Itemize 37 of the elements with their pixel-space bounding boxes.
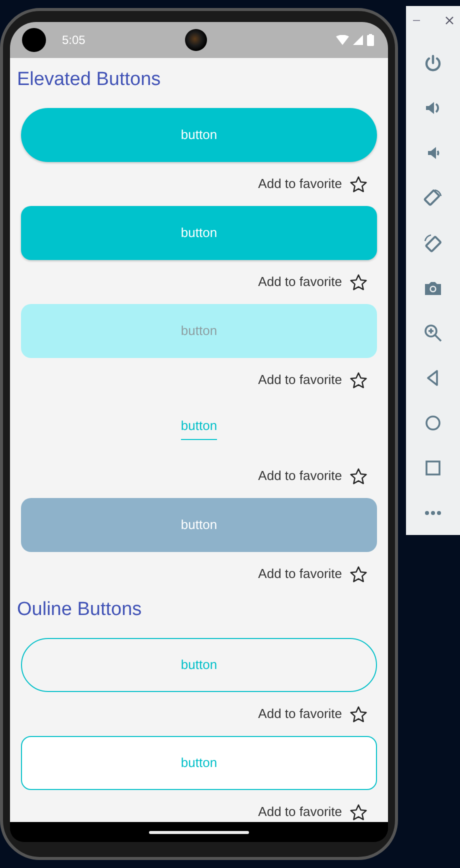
text-button[interactable]: button (180, 416, 218, 440)
wifi-icon (336, 35, 349, 45)
star-icon[interactable] (349, 370, 368, 390)
favorite-label: Add to favorite (258, 273, 342, 292)
star-icon[interactable] (349, 704, 368, 724)
close-icon[interactable] (445, 16, 454, 25)
button[interactable]: button (21, 736, 377, 790)
camera-hole (22, 28, 46, 52)
button[interactable]: button (21, 498, 377, 552)
home-indicator[interactable] (149, 830, 249, 834)
power-icon[interactable] (423, 52, 443, 72)
button[interactable]: button (21, 638, 377, 692)
home-icon[interactable] (423, 412, 443, 432)
camera-lens (184, 29, 207, 51)
star-icon[interactable] (349, 174, 368, 194)
star-icon[interactable] (349, 802, 368, 822)
status-time: 5:05 (62, 32, 86, 49)
favorite-label: Add to favorite (258, 565, 342, 584)
star-icon[interactable] (349, 564, 368, 584)
favorite-label: Add to favorite (258, 175, 342, 194)
button[interactable]: button (21, 108, 377, 162)
section-title: Ouline Buttons (17, 598, 143, 622)
section-title: Elevated Buttons (17, 68, 162, 92)
favorite-label: Add to favorite (258, 705, 342, 724)
button[interactable]: button (21, 206, 377, 260)
battery-icon (366, 34, 374, 46)
rotate-right-icon[interactable] (423, 188, 443, 208)
rotate-left-icon[interactable] (423, 232, 443, 252)
favorite-label: Add to favorite (258, 803, 342, 822)
favorite-label: Add to favorite (258, 371, 342, 390)
zoom-icon[interactable] (423, 322, 443, 342)
button[interactable]: button (21, 304, 377, 358)
star-icon[interactable] (349, 272, 368, 292)
signal-icon (352, 35, 363, 45)
overview-icon[interactable] (423, 458, 443, 478)
star-icon[interactable] (349, 466, 368, 486)
favorite-label: Add to favorite (258, 467, 342, 486)
